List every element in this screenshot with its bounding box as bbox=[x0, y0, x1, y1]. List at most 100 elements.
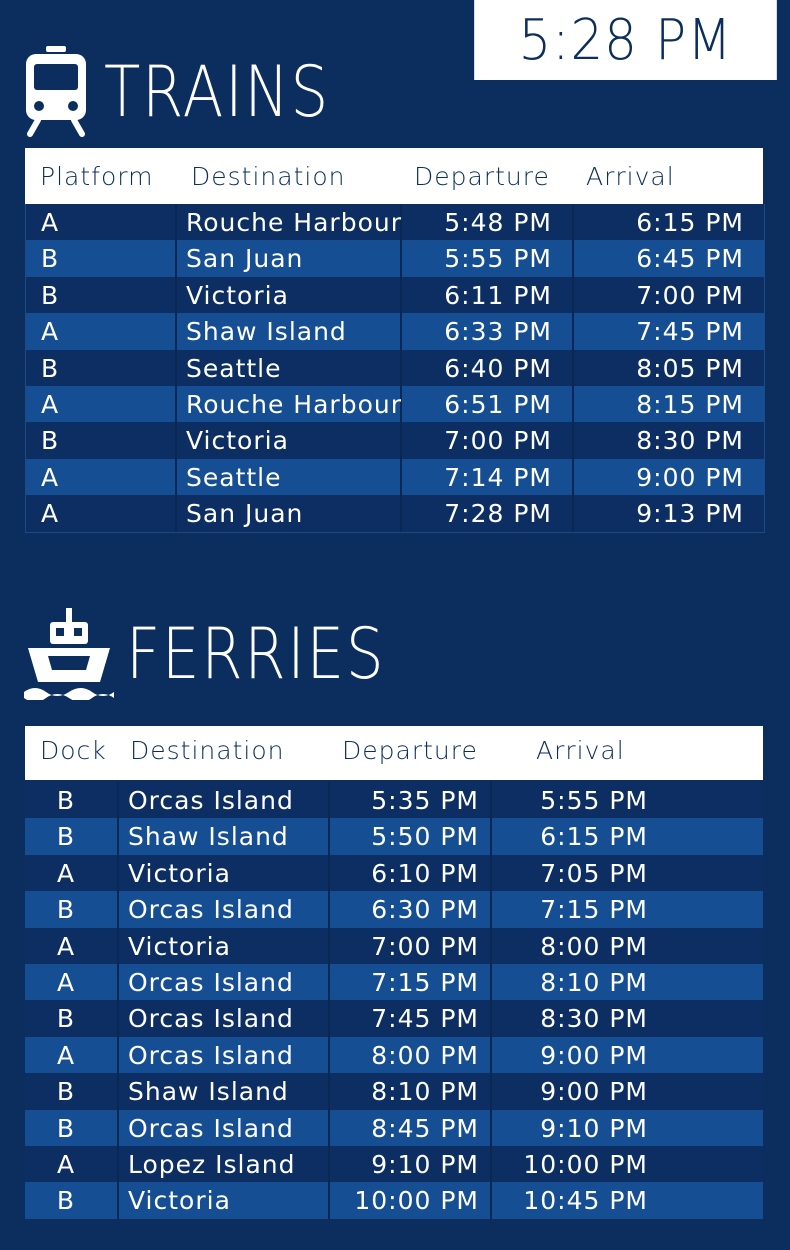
ferries-cell-dock: A bbox=[56, 1040, 76, 1070]
ferries-cell-destination: Lopez Island bbox=[128, 1149, 296, 1179]
ferries-cell-departure: 5:50 PM bbox=[371, 822, 479, 852]
ferries-cell-departure: 8:10 PM bbox=[371, 1077, 479, 1107]
ferries-cell-arrival: 9:10 PM bbox=[540, 1113, 648, 1143]
trains-cell-arrival: 8:30 PM bbox=[636, 426, 744, 456]
column-divider bbox=[117, 1145, 119, 1183]
ferry-icon bbox=[24, 608, 114, 700]
ferries-cell-destination: Shaw Island bbox=[128, 1077, 289, 1107]
ferries-cell-arrival: 10:45 PM bbox=[523, 1186, 648, 1216]
column-divider bbox=[117, 927, 119, 964]
ferries-cell-destination: Orcas Island bbox=[128, 895, 294, 925]
column-divider bbox=[175, 349, 177, 386]
trains-cell-platform: A bbox=[41, 462, 60, 492]
ferries-header-arrival: Arrival bbox=[536, 736, 625, 765]
ferries-cell-departure: 7:00 PM bbox=[371, 931, 479, 961]
trains-header-arrival: Arrival bbox=[586, 162, 675, 191]
ferries-cell-arrival: 7:05 PM bbox=[540, 858, 648, 888]
trains-row: B Victoria 7:00 PM 8:30 PM bbox=[26, 422, 764, 459]
ferries-section-title: FERRIES bbox=[24, 608, 431, 700]
ferries-cell-arrival: 8:30 PM bbox=[540, 1004, 648, 1034]
ferries-row: A Orcas Island 8:00 PM 9:00 PM bbox=[25, 1036, 763, 1074]
ferries-cell-dock: B bbox=[56, 1004, 76, 1034]
ferries-row: B Orcas Island 6:30 PM 7:15 PM bbox=[25, 891, 763, 928]
column-divider bbox=[175, 385, 177, 423]
column-divider bbox=[490, 854, 492, 892]
ferries-cell-dock: B bbox=[56, 895, 76, 925]
trains-table: A Rouche Harbour 5:48 PM 6:15 PM B San Juan 5:… bbox=[25, 204, 765, 533]
trains-row: A Shaw Island 6:33 PM 7:45 PM bbox=[26, 313, 764, 350]
ferries-row: B Orcas Island 8:45 PM 9:10 PM bbox=[25, 1109, 763, 1146]
trains-row: B Victoria 6:11 PM 7:00 PM bbox=[26, 276, 764, 314]
ferries-row: B Shaw Island 8:10 PM 9:00 PM bbox=[25, 1073, 763, 1110]
ferries-cell-departure: 8:00 PM bbox=[371, 1040, 479, 1070]
ferries-cell-dock: A bbox=[56, 858, 76, 888]
trains-cell-departure: 7:28 PM bbox=[444, 499, 552, 529]
ferries-row: B Victoria 10:00 PM 10:45 PM bbox=[25, 1182, 763, 1219]
trains-cell-departure: 7:14 PM bbox=[444, 462, 552, 492]
column-divider bbox=[572, 422, 574, 459]
ferries-cell-arrival: 5:55 PM bbox=[540, 786, 648, 815]
column-divider bbox=[117, 854, 119, 892]
column-divider bbox=[328, 1145, 330, 1183]
column-divider bbox=[400, 422, 402, 459]
trains-cell-destination: Seattle bbox=[186, 462, 282, 492]
trains-cell-departure: 6:33 PM bbox=[444, 317, 552, 347]
ferries-cell-arrival: 7:15 PM bbox=[540, 895, 648, 925]
trains-cell-destination: San Juan bbox=[186, 244, 304, 274]
trains-cell-departure: 6:40 PM bbox=[444, 353, 552, 383]
column-divider bbox=[572, 204, 574, 241]
trains-cell-platform: B bbox=[41, 426, 60, 456]
column-divider bbox=[175, 422, 177, 459]
trains-header-departure: Departure bbox=[414, 162, 550, 191]
ferries-cell-dock: B bbox=[56, 1186, 76, 1216]
ferries-cell-departure: 10:00 PM bbox=[354, 1186, 479, 1216]
trains-header-platform: Platform bbox=[40, 162, 154, 191]
trains-section-title: TRAINS bbox=[24, 46, 370, 138]
column-divider bbox=[175, 204, 177, 241]
column-divider bbox=[328, 927, 330, 964]
ferries-row: A Victoria 6:10 PM 7:05 PM bbox=[25, 854, 763, 892]
ferries-cell-destination: Victoria bbox=[128, 858, 231, 888]
ferries-cell-arrival: 6:15 PM bbox=[540, 822, 648, 852]
column-divider bbox=[572, 313, 574, 350]
trains-header-destination: Destination bbox=[191, 162, 346, 191]
trains-cell-departure: 6:11 PM bbox=[444, 280, 552, 310]
ferries-row: A Orcas Island 7:15 PM 8:10 PM bbox=[25, 963, 763, 1001]
trains-cell-departure: 5:48 PM bbox=[444, 208, 552, 237]
ferries-row: B Orcas Island 7:45 PM 8:30 PM bbox=[25, 1000, 763, 1037]
ferries-cell-departure: 8:45 PM bbox=[371, 1113, 479, 1143]
ferries-header-dock: Dock bbox=[40, 736, 107, 765]
column-divider bbox=[175, 313, 177, 350]
trains-cell-arrival: 9:13 PM bbox=[636, 499, 744, 529]
trains-cell-departure: 7:00 PM bbox=[444, 426, 552, 456]
trains-row: A Seattle 7:14 PM 9:00 PM bbox=[26, 458, 764, 496]
column-divider bbox=[572, 385, 574, 423]
trains-cell-departure: 5:55 PM bbox=[444, 244, 552, 274]
column-divider bbox=[328, 818, 330, 855]
column-divider bbox=[572, 495, 574, 532]
column-divider bbox=[490, 782, 492, 819]
trains-cell-destination: Rouche Harbour bbox=[186, 389, 402, 419]
trains-cell-destination: San Juan bbox=[186, 499, 304, 529]
column-divider bbox=[117, 963, 119, 1001]
ferries-cell-destination: Shaw Island bbox=[128, 822, 289, 852]
column-divider bbox=[400, 495, 402, 532]
ferries-row: A Lopez Island 9:10 PM 10:00 PM bbox=[25, 1145, 763, 1183]
ferries-cell-arrival: 10:00 PM bbox=[523, 1149, 648, 1179]
ferries-cell-arrival: 8:10 PM bbox=[540, 967, 648, 997]
column-divider bbox=[117, 1073, 119, 1110]
trains-cell-platform: B bbox=[41, 280, 60, 310]
ferries-cell-destination: Orcas Island bbox=[128, 786, 294, 815]
ferries-header-destination: Destination bbox=[130, 736, 285, 765]
column-divider bbox=[117, 1036, 119, 1074]
ferries-table-header: Dock Destination Departure Arrival bbox=[25, 726, 763, 780]
column-divider bbox=[490, 963, 492, 1001]
column-divider bbox=[117, 891, 119, 928]
column-divider bbox=[400, 349, 402, 386]
trains-cell-departure: 6:51 PM bbox=[444, 389, 552, 419]
trains-title: TRAINS bbox=[104, 51, 331, 133]
trains-cell-destination: Seattle bbox=[186, 353, 282, 383]
trains-cell-destination: Victoria bbox=[186, 426, 289, 456]
ferries-cell-departure: 9:10 PM bbox=[371, 1149, 479, 1179]
trains-cell-platform: A bbox=[41, 317, 60, 347]
